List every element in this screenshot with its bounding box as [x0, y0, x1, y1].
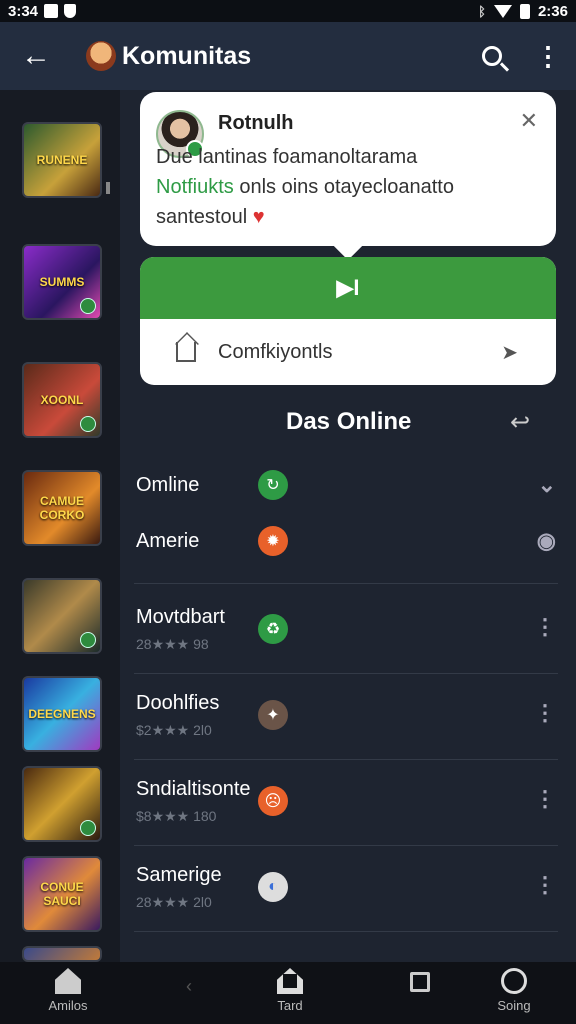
battery-icon [519, 3, 530, 19]
list-item[interactable]: Doohlfies $2★★★ 2l0 ✦ ⋮ [120, 674, 576, 760]
row-name: Samerige [136, 864, 222, 886]
notification-text-rest: onls oins otayecloanatto [233, 176, 454, 198]
notification-link[interactable]: Notfiukts [156, 176, 234, 198]
notification-text-2: Notfiukts onls oins otayecloanatto [156, 176, 454, 199]
notification-title: Rotnulh [218, 112, 294, 134]
notification-text-end: santestoul [156, 206, 248, 228]
row-name: Omline [136, 474, 200, 496]
page-title: Komunitas [122, 41, 252, 70]
search-icon [482, 46, 502, 66]
thumb-label: CONUE SAUCI [40, 880, 84, 908]
list-item[interactable]: Sndialtisonte $8★★★ 180 ☹ ⋮ [120, 760, 576, 846]
more-vert-icon[interactable]: ⋮ [534, 786, 556, 812]
row-name: Movtdbart [136, 606, 225, 628]
status-icon: ♻ [258, 614, 288, 644]
list-item[interactable]: Samerige 28★★★ 2l0 ◐ ⋮ [120, 846, 576, 932]
nav-recents[interactable] [380, 968, 460, 1024]
back-arrow-icon[interactable]: ← [0, 22, 72, 90]
status-icon: ☹ [258, 786, 288, 816]
notification-icon [44, 4, 59, 18]
nav-label: Soing [497, 998, 531, 1013]
game-thumb-1[interactable]: RUNENE [22, 122, 102, 198]
row-rating: 28★★★ 98 [136, 636, 209, 652]
notification-popup[interactable]: Rotnulh ✕ Due lantinas foamanoltarama No… [140, 92, 556, 246]
notification-text: Due lantinas foamanoltarama [156, 146, 418, 168]
row-name: Doohlfies [136, 692, 220, 714]
online-badge [80, 298, 96, 314]
community-label: Comfkiyontls [218, 340, 333, 363]
app-bar: ← Komunitas ⋮ [0, 22, 576, 90]
row-name: Sndialtisonte [136, 778, 251, 800]
status-icon: ◐ [258, 872, 288, 902]
home-icon [176, 342, 196, 362]
search-button[interactable] [464, 22, 520, 90]
status-icon: ✹ [258, 526, 288, 556]
record-icon[interactable]: ◉ [537, 528, 556, 554]
square-icon [410, 972, 430, 992]
wifi-icon [493, 4, 512, 18]
status-icon: ↻ [258, 470, 288, 500]
community-row[interactable]: Comfkiyontls ➤ [140, 319, 556, 385]
more-vert-icon[interactable]: ⋮ [534, 700, 556, 726]
primary-action-button[interactable]: ▶I [140, 257, 556, 319]
house-outline-icon [277, 968, 303, 994]
bluetooth-icon: ᛒ [478, 3, 486, 19]
notification-text-3: santestoul ♥ [156, 206, 265, 229]
nav-label: Tard [277, 998, 303, 1013]
shield-icon [64, 4, 77, 18]
list-item[interactable]: Omline ↻ ⌄ [120, 460, 576, 516]
scroll-indicator [106, 182, 110, 194]
divider [134, 931, 558, 932]
section-title: Das Online [286, 408, 412, 435]
share-icon[interactable]: ↩ [510, 408, 530, 437]
close-icon[interactable]: ✕ [520, 108, 538, 134]
circle-check-icon [501, 968, 527, 994]
more-vert-icon[interactable]: ⋮ [534, 872, 556, 898]
online-badge [80, 416, 96, 432]
row-name: Amerie [136, 530, 200, 552]
game-thumb-4[interactable]: CAMUE CORKO [22, 470, 102, 546]
thumb-label: XOONL [40, 393, 84, 407]
heart-icon: ♥ [252, 206, 265, 228]
status-time: 3:34 [8, 2, 39, 20]
list-item[interactable]: Movtdbart 28★★★ 98 ♻ ⋮ [120, 588, 576, 674]
more-vert-icon[interactable]: ⋮ [520, 22, 576, 90]
bottom-nav: Amilos ‹ Tard Soing [0, 962, 576, 1024]
row-rating: $8★★★ 180 [136, 808, 217, 824]
back-icon[interactable]: ‹ [186, 976, 192, 997]
game-thumb-7[interactable] [22, 766, 102, 842]
nav-soing[interactable]: Soing [474, 968, 554, 1024]
nav-home[interactable]: Amilos [28, 968, 108, 1024]
thumb-label: RUNENE [36, 153, 88, 167]
thumb-label: CAMUE CORKO [39, 494, 85, 522]
row-rating: $2★★★ 2l0 [136, 722, 212, 738]
game-thumb-8[interactable]: CONUE SAUCI [22, 856, 102, 932]
game-thumb-2[interactable]: SUMMS [22, 244, 102, 320]
nav-label: Amilos [48, 998, 88, 1013]
online-badge [80, 820, 96, 836]
status-time-right: 2:36 [537, 2, 568, 20]
thumb-label: SUMMS [39, 275, 85, 289]
status-bar: 3:34 ᛒ 2:36 [0, 0, 576, 22]
chevron-down-icon[interactable]: ⌄ [538, 472, 556, 498]
action-card: ▶I Comfkiyontls ➤ [140, 257, 556, 385]
more-vert-icon[interactable]: ⋮ [534, 614, 556, 640]
app-logo [86, 41, 116, 71]
send-icon[interactable]: ➤ [501, 340, 518, 365]
row-rating: 28★★★ 2l0 [136, 894, 212, 910]
home-icon [55, 968, 81, 994]
online-badge [80, 632, 96, 648]
game-thumb-5[interactable] [22, 578, 102, 654]
nav-tard[interactable]: Tard [250, 968, 330, 1024]
game-thumb-6[interactable]: DEEGNENS [22, 676, 102, 752]
list-item[interactable]: Amerie ✹ ◉ [120, 516, 576, 584]
game-thumb-9[interactable] [22, 946, 102, 962]
thumb-label: DEEGNENS [28, 707, 96, 721]
game-thumb-3[interactable]: XOONL [22, 362, 102, 438]
game-sidebar: RUNENE SUMMS XOONL CAMUE CORKO DEEGNENS … [0, 90, 120, 962]
divider [134, 583, 558, 584]
status-icon: ✦ [258, 700, 288, 730]
